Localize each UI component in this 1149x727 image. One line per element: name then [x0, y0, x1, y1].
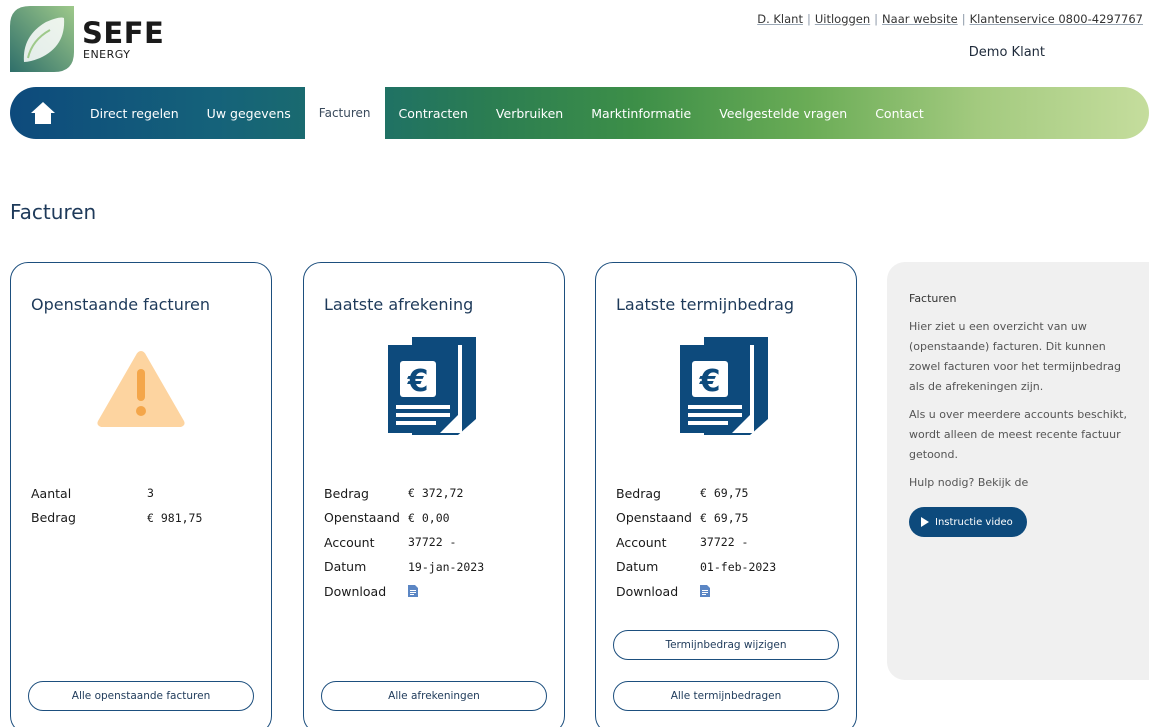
nav-uw-gegevens[interactable]: Uw gegevens: [193, 87, 305, 139]
play-icon: [921, 517, 929, 527]
card-last-instalment: Laatste termijnbedrag € Bedrag € 69,75 Op…: [595, 262, 857, 727]
instruction-video-button[interactable]: Instructie video: [909, 507, 1027, 537]
card-title: Laatste afrekening: [324, 295, 474, 314]
document-icon[interactable]: [408, 585, 418, 598]
card-title: Laatste termijnbedrag: [616, 295, 795, 314]
video-button-label: Instructie video: [935, 516, 1013, 528]
help-title: Facturen: [909, 292, 957, 305]
brand-sub: ENERGY: [83, 48, 131, 61]
nav-contracten[interactable]: Contracten: [385, 87, 482, 139]
card-last-settlement: Laatste afrekening € Bedrag € 372,72 Open…: [303, 262, 565, 727]
card-open-invoices: Openstaande facturen Aantal 3 Bedrag € 9…: [10, 262, 272, 727]
open-invoice-info: Aantal 3 Bedrag € 981,75: [31, 481, 202, 530]
all-open-invoices-button[interactable]: Alle openstaande facturen: [28, 681, 254, 711]
page-title: Facturen: [10, 200, 97, 224]
info-row-amount: Bedrag € 981,75: [31, 510, 203, 526]
info-row: Bedrag € 372,72: [324, 485, 464, 501]
nav-verbruiken[interactable]: Verbruiken: [482, 87, 577, 139]
svg-text:€: €: [699, 364, 721, 399]
nav-facturen[interactable]: Facturen: [304, 87, 385, 139]
website-link[interactable]: Naar website: [882, 12, 958, 26]
help-panel: Facturen Hier ziet u een overzicht van u…: [887, 262, 1149, 680]
warning-icon: [94, 347, 188, 433]
nav-marktinformatie[interactable]: Marktinformatie: [577, 87, 705, 139]
nav-contact[interactable]: Contact: [861, 87, 938, 139]
info-row: Openstaand € 0,00: [324, 510, 450, 526]
info-row: Account 37722 -: [616, 534, 749, 550]
help-text-3: Hulp nodig? Bekijk de: [909, 476, 1029, 489]
logo[interactable]: SEFE ENERGY: [10, 6, 190, 72]
customer-service-link[interactable]: Klantenservice 0800-4297767: [970, 12, 1143, 26]
svg-text:€: €: [407, 364, 429, 399]
sefe-logo-icon: [10, 6, 74, 72]
all-settlements-button[interactable]: Alle afrekeningen: [321, 681, 547, 711]
logout-link[interactable]: Uitloggen: [815, 12, 870, 26]
home-icon: [31, 102, 55, 124]
info-row: Openstaand € 69,75: [616, 510, 749, 526]
euro-invoice-icon: €: [388, 333, 480, 441]
info-row: Datum 01-feb-2023: [616, 559, 777, 575]
info-row: Download: [324, 579, 484, 604]
brand-name: SEFE: [82, 16, 165, 50]
instalment-info: Bedrag € 69,75 Openstaand € 69,75 Account 3…: [616, 481, 776, 604]
info-row: Download: [616, 579, 776, 604]
account-name: Demo Klant: [968, 45, 1045, 60]
nav-direct-regelen[interactable]: Direct regelen: [76, 87, 193, 139]
card-title: Openstaande facturen: [31, 295, 211, 314]
help-text-2: Als u over meerdere accounts beschikt, w…: [909, 408, 1127, 461]
all-instalments-button[interactable]: Alle termijnbedragen: [613, 681, 839, 711]
top-links: D. Klant | Uitloggen | Naar website | Klantens…: [757, 12, 1143, 26]
info-row: Bedrag € 69,75: [616, 485, 749, 501]
nav-veelgestelde-vragen[interactable]: Veelgestelde vragen: [705, 87, 861, 139]
settlement-info: Bedrag € 372,72 Openstaand € 0,00 Account 3…: [324, 481, 484, 604]
change-instalment-button[interactable]: Termijnbedrag wijzigen: [613, 630, 839, 660]
nav-home[interactable]: [10, 87, 76, 139]
info-row: Account 37722 -: [324, 534, 457, 550]
help-text-1: Hier ziet u een overzicht van uw (openst…: [909, 320, 1122, 393]
info-row: Datum 19-jan-2023: [324, 559, 485, 575]
user-link[interactable]: D. Klant: [757, 12, 803, 26]
info-row-count: Aantal 3: [31, 485, 154, 501]
main-nav: Direct regelen Uw gegevens Facturen Cont…: [10, 87, 1149, 139]
euro-invoice-icon: €: [680, 333, 772, 441]
document-icon[interactable]: [700, 585, 710, 598]
